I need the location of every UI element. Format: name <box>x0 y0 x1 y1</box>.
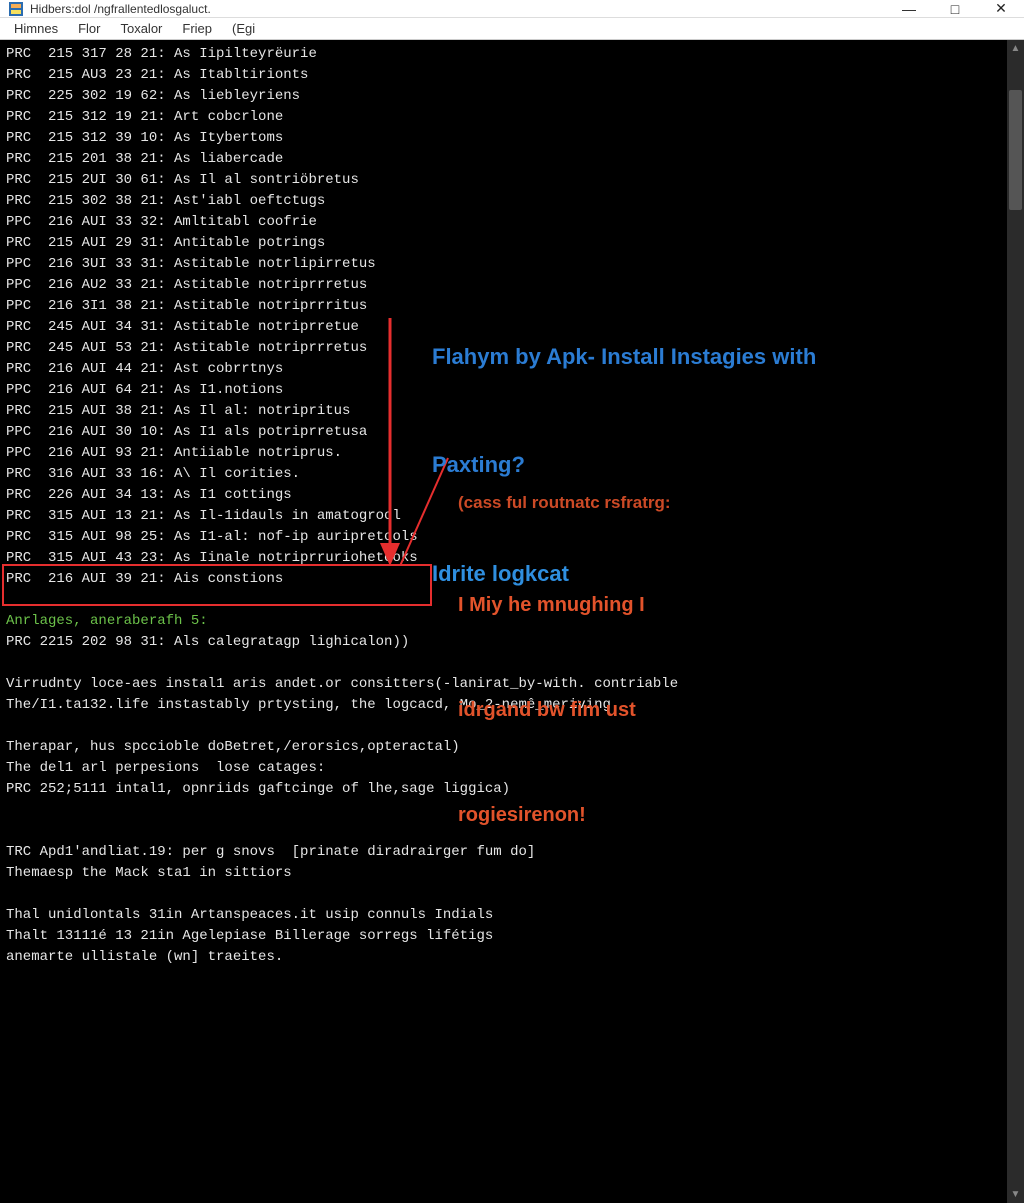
log-line: PRC 215 AU3 23 21: As Itabltirionts <box>6 65 1001 86</box>
scroll-thumb[interactable] <box>1009 90 1022 210</box>
log-line <box>6 653 1001 674</box>
app-icon <box>8 1 24 17</box>
menu-toxalor[interactable]: Toxalor <box>110 18 172 39</box>
log-line: PPC 216 3UI 33 31: Astitable notrlipirre… <box>6 254 1001 275</box>
log-line: The del1 arl perpesions lose catages: <box>6 758 1001 779</box>
log-line: PRC 225 302 19 62: As liebleyriens <box>6 86 1001 107</box>
log-line: Anrlages, aneraberafh 5: <box>6 611 1001 632</box>
log-line: Thal unidlontals 31in Artanspeaces.it us… <box>6 905 1001 926</box>
log-line: anemarte ullistale (wn] traeites. <box>6 947 1001 968</box>
log-line: Themaesp the Mack sta1 in sittiors <box>6 863 1001 884</box>
menu-himnes[interactable]: Himnes <box>4 18 68 39</box>
log-line: PPC 216 3I1 38 21: Astitable notriprrrit… <box>6 296 1001 317</box>
log-line <box>6 884 1001 905</box>
log-line <box>6 590 1001 611</box>
log-line: PRC 226 AUI 34 13: As I1 cottings <box>6 485 1001 506</box>
close-button[interactable]: ✕ <box>978 0 1024 17</box>
log-line: Thalt 13111é 13 21in Agelepiase Billerag… <box>6 926 1001 947</box>
menu-friep[interactable]: Friep <box>172 18 222 39</box>
log-line: PRC 316 AUI 33 16: A\ Il corities. <box>6 464 1001 485</box>
log-line: PRC 215 AUI 38 21: As Il al: notripritus <box>6 401 1001 422</box>
window-title: Hidbers:dol /ngfrallentedlosgaluct. <box>30 2 886 16</box>
log-line: PRC 315 AUI 13 21: As Il-1idauls in amat… <box>6 506 1001 527</box>
content-area: PRC 215 317 28 21: As IipilteyrëuriePRC … <box>0 40 1024 1203</box>
log-line: PRC 215 AUI 29 31: Antitable potrings <box>6 233 1001 254</box>
terminal-output[interactable]: PRC 215 317 28 21: As IipilteyrëuriePRC … <box>0 40 1007 1203</box>
scroll-down-arrow[interactable]: ▼ <box>1007 1186 1024 1203</box>
log-line: PRC 315 AUI 98 25: As I1-al: nof-ip auri… <box>6 527 1001 548</box>
log-line: PRC 2215 202 98 31: Als calegratagp ligh… <box>6 632 1001 653</box>
log-line: PRC 245 AUI 53 21: Astitable notriprrret… <box>6 338 1001 359</box>
log-line: PRC 215 312 39 10: As Itybertoms <box>6 128 1001 149</box>
log-line: Virrudnty loce-aes instal1 aris andet.or… <box>6 674 1001 695</box>
log-line: TRC Apd1'andliat.19: per g snovs [prinat… <box>6 842 1001 863</box>
maximize-button[interactable]: □ <box>932 0 978 17</box>
menubar: Himnes Flor Toxalor Friep (Egi <box>0 18 1024 40</box>
log-line: PPC 216 AUI 33 32: Amltitabl coofrie <box>6 212 1001 233</box>
minimize-button[interactable]: — <box>886 0 932 17</box>
log-line: PRC 245 AUI 34 31: Astitable notriprretu… <box>6 317 1001 338</box>
log-line: PRC 315 AUI 43 23: As Iinale notriprruri… <box>6 548 1001 569</box>
log-line: PRC 252;5111 intal1, opnriids gaftcinge … <box>6 779 1001 800</box>
menu-flor[interactable]: Flor <box>68 18 110 39</box>
log-line: PRC 215 201 38 21: As liabercade <box>6 149 1001 170</box>
log-line: PRC 216 AUI 44 21: Ast cobrrtnys <box>6 359 1001 380</box>
log-line: Therapar, hus spccioble doBetret,/erorsi… <box>6 737 1001 758</box>
scroll-up-arrow[interactable]: ▲ <box>1007 40 1024 57</box>
app-window: Hidbers:dol /ngfrallentedlosgaluct. — □ … <box>0 0 1024 1024</box>
titlebar[interactable]: Hidbers:dol /ngfrallentedlosgaluct. — □ … <box>0 0 1024 18</box>
log-line <box>6 821 1001 842</box>
log-line: PPC 216 AUI 93 21: Antiiable notriprus. <box>6 443 1001 464</box>
menu-egi[interactable]: (Egi <box>222 18 265 39</box>
log-line: The/I1.ta132.life instastably prtysting,… <box>6 695 1001 716</box>
log-line <box>6 800 1001 821</box>
log-line: PPC 216 AU2 33 21: Astitable notriprrret… <box>6 275 1001 296</box>
log-line: PRC 215 312 19 21: Art cobcrlone <box>6 107 1001 128</box>
log-line: PRC 215 2UI 30 61: As Il al sontriöbretu… <box>6 170 1001 191</box>
log-line: PPC 216 AUI 64 21: As I1.notions <box>6 380 1001 401</box>
log-line: PRC 216 AUI 39 21: Ais constions <box>6 569 1001 590</box>
log-line <box>6 716 1001 737</box>
log-line: PRC 215 302 38 21: Ast'iabl oeftctugs <box>6 191 1001 212</box>
vertical-scrollbar[interactable]: ▲ ▼ <box>1007 40 1024 1203</box>
window-controls: — □ ✕ <box>886 0 1024 17</box>
log-line: PPC 216 AUI 30 10: As I1 als potriprretu… <box>6 422 1001 443</box>
log-line: PRC 215 317 28 21: As Iipilteyrëurie <box>6 44 1001 65</box>
